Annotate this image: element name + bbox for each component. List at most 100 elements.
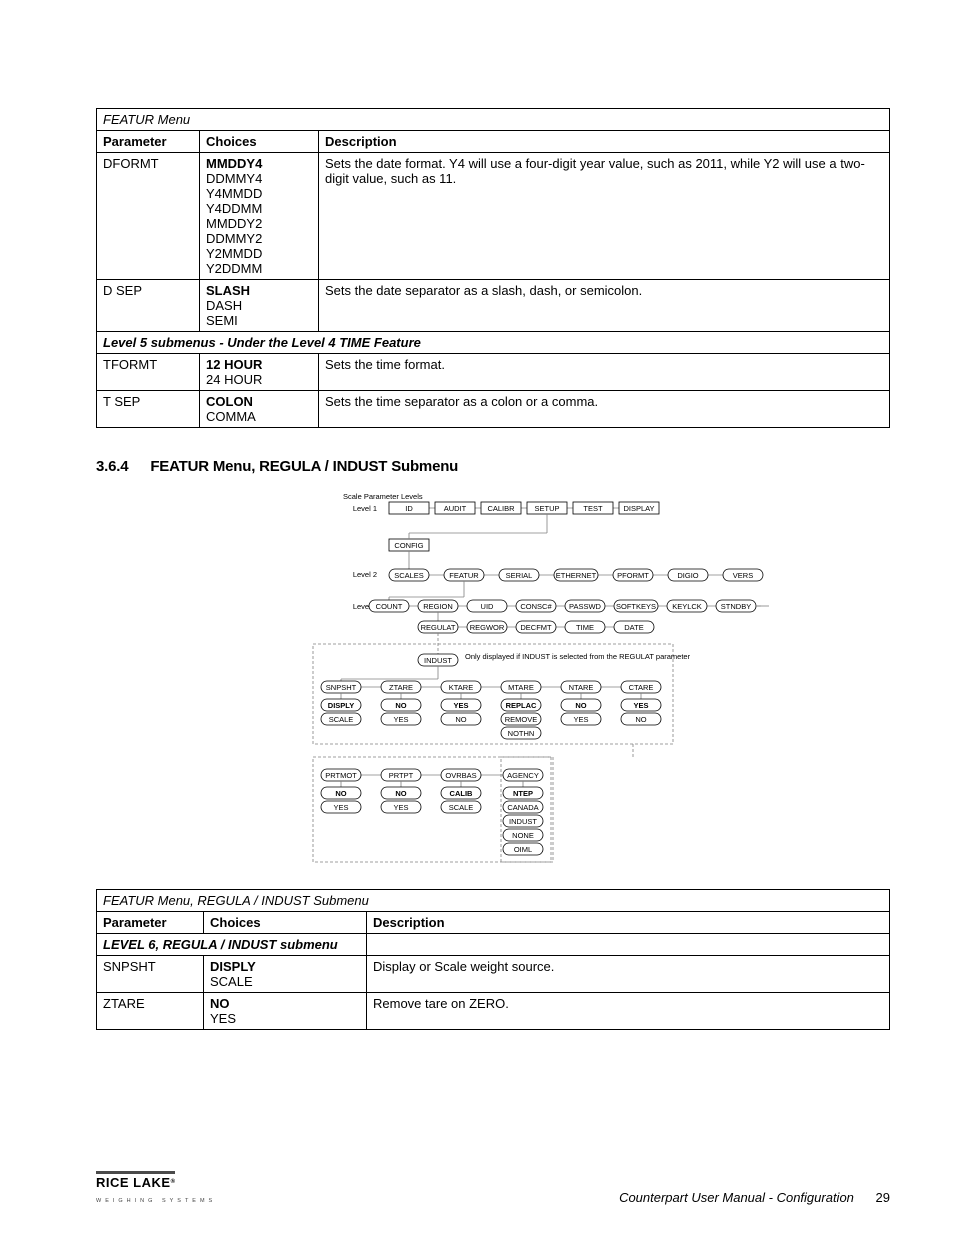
svg-text:NOTHN: NOTHN — [508, 729, 535, 738]
svg-text:AUDIT: AUDIT — [444, 504, 467, 513]
svg-text:YES: YES — [333, 803, 348, 812]
indust-note: Only displayed if INDUST is selected fro… — [465, 652, 691, 661]
svg-text:NO: NO — [335, 789, 346, 798]
svg-text:REGULAT: REGULAT — [421, 623, 456, 632]
svg-text:PRTPT: PRTPT — [389, 771, 414, 780]
svg-text:TEST: TEST — [583, 504, 603, 513]
cell-param: TFORMT — [97, 354, 200, 391]
svg-text:DISPLAY: DISPLAY — [623, 504, 654, 513]
table-header-row: Parameter Choices Description — [97, 912, 890, 934]
cell-choices: MMDDY4 DDMMY4 Y4MMDD Y4DDMM MMDDY2 DDMMY… — [200, 153, 319, 280]
svg-text:CALIB: CALIB — [450, 789, 473, 798]
svg-text:DATE: DATE — [624, 623, 643, 632]
svg-text:DISPLY: DISPLY — [328, 701, 354, 710]
cell-desc: Sets the date format. Y4 will use a four… — [319, 153, 890, 280]
svg-text:YES: YES — [393, 715, 408, 724]
svg-text:OVRBAS: OVRBAS — [445, 771, 476, 780]
svg-text:COUNT: COUNT — [376, 602, 403, 611]
svg-text:ID: ID — [405, 504, 413, 513]
section-heading: 3.6.4 FEATUR Menu, REGULA / INDUST Subme… — [96, 458, 890, 475]
cell-desc: Sets the time separator as a colon or a … — [319, 391, 890, 428]
svg-text:YES: YES — [453, 701, 468, 710]
header-parameter: Parameter — [97, 131, 200, 153]
svg-text:MTARE: MTARE — [508, 683, 534, 692]
menu-tree-diagram: Scale Parameter Levels Level 1 Level 2 L… — [213, 489, 773, 867]
cell-desc: Sets the time format. — [319, 354, 890, 391]
table-row: SNPSHT DISPLY SCALE Display or Scale wei… — [97, 956, 890, 993]
svg-text:REMOVE: REMOVE — [505, 715, 538, 724]
svg-text:TIME: TIME — [576, 623, 594, 632]
table-subhead: LEVEL 6, REGULA / INDUST submenu — [97, 934, 367, 956]
svg-text:DIGIO: DIGIO — [677, 571, 698, 580]
empty-cell — [367, 934, 890, 956]
svg-text:SCALE: SCALE — [449, 803, 474, 812]
svg-text:SOFTKEYS: SOFTKEYS — [616, 602, 656, 611]
cell-param: DFORMT — [97, 153, 200, 280]
svg-text:PFORMT: PFORMT — [617, 571, 649, 580]
table-row: T SEP COLON COMMA Sets the time separato… — [97, 391, 890, 428]
page-number: 29 — [876, 1190, 890, 1205]
cell-choices: COLON COMMA — [200, 391, 319, 428]
svg-text:STNDBY: STNDBY — [721, 602, 751, 611]
svg-text:DECFMT: DECFMT — [520, 623, 552, 632]
svg-text:SERIAL: SERIAL — [506, 571, 533, 580]
svg-text:SCALES: SCALES — [394, 571, 424, 580]
brand-logo: RICE LAKE® WEIGHING SYSTEMS — [96, 1171, 216, 1205]
svg-text:NO: NO — [455, 715, 466, 724]
svg-text:CANADA: CANADA — [507, 803, 538, 812]
cell-choices: 12 HOUR 24 HOUR — [200, 354, 319, 391]
svg-text:NO: NO — [395, 701, 406, 710]
level2-group: SCALES FEATUR SERIAL ETHERNET PFORMT DIG… — [389, 569, 763, 581]
table-row: TFORMT 12 HOUR 24 HOUR Sets the time for… — [97, 354, 890, 391]
svg-text:AGENCY: AGENCY — [507, 771, 539, 780]
cell-choices: NO YES — [204, 993, 367, 1030]
level1-group: ID AUDIT CALIBR SETUP TEST DISPLAY — [389, 502, 659, 514]
level3-top-group: COUNT REGION UID CONSC# PASSWD SOFTKEYS … — [369, 600, 761, 612]
svg-text:REPLAC: REPLAC — [506, 701, 537, 710]
svg-text:PASSWD: PASSWD — [569, 602, 602, 611]
svg-text:CONSC#: CONSC# — [520, 602, 552, 611]
cell-choices: SLASH DASH SEMI — [200, 280, 319, 332]
cell-desc: Remove tare on ZERO. — [367, 993, 890, 1030]
table-regula-indust: FEATUR Menu, REGULA / INDUST Submenu Par… — [96, 889, 890, 1030]
cell-param: SNPSHT — [97, 956, 204, 993]
level3-bottom-group: REGULAT REGWOR DECFMT TIME DATE — [418, 621, 654, 633]
table-header-row: Parameter Choices Description — [97, 131, 890, 153]
svg-text:INDUST: INDUST — [424, 656, 452, 665]
header-parameter: Parameter — [97, 912, 204, 934]
svg-text:FEATUR: FEATUR — [449, 571, 479, 580]
svg-text:YES: YES — [393, 803, 408, 812]
cell-desc: Sets the date separator as a slash, dash… — [319, 280, 890, 332]
svg-text:NO: NO — [635, 715, 646, 724]
svg-text:REGION: REGION — [423, 602, 453, 611]
footer-caption: Counterpart User Manual - Configuration … — [619, 1190, 890, 1205]
table-row: DFORMT MMDDY4 DDMMY4 Y4MMDD Y4DDMM MMDDY… — [97, 153, 890, 280]
cell-param: ZTARE — [97, 993, 204, 1030]
svg-text:NO: NO — [395, 789, 406, 798]
row-b: PRTMOT PRTPT OVRBAS AGENCY — [321, 769, 543, 781]
svg-text:VERS: VERS — [733, 571, 753, 580]
section-title: FEATUR Menu, REGULA / INDUST Submenu — [150, 458, 458, 475]
header-choices: Choices — [204, 912, 367, 934]
level-label: Level 1 — [353, 504, 377, 513]
table-row: D SEP SLASH DASH SEMI Sets the date sepa… — [97, 280, 890, 332]
header-description: Description — [367, 912, 890, 934]
svg-text:SNPSHT: SNPSHT — [326, 683, 357, 692]
svg-text:SCALE: SCALE — [329, 715, 354, 724]
level-label: Level 2 — [353, 570, 377, 579]
page-footer: RICE LAKE® WEIGHING SYSTEMS Counterpart … — [96, 1171, 890, 1205]
svg-text:REGWOR: REGWOR — [470, 623, 505, 632]
cell-choices: DISPLY SCALE — [204, 956, 367, 993]
cell-desc: Display or Scale weight source. — [367, 956, 890, 993]
table-row: ZTARE NO YES Remove tare on ZERO. — [97, 993, 890, 1030]
svg-text:PRTMOT: PRTMOT — [325, 771, 357, 780]
svg-text:NTARE: NTARE — [569, 683, 594, 692]
svg-text:YES: YES — [633, 701, 648, 710]
table-title: FEATUR Menu — [97, 109, 890, 131]
header-description: Description — [319, 131, 890, 153]
svg-text:INDUST: INDUST — [509, 817, 537, 826]
svg-text:ETHERNET: ETHERNET — [556, 571, 597, 580]
svg-text:CALIBR: CALIBR — [487, 504, 515, 513]
table-featur-menu: FEATUR Menu Parameter Choices Descriptio… — [96, 108, 890, 428]
svg-text:ZTARE: ZTARE — [389, 683, 413, 692]
